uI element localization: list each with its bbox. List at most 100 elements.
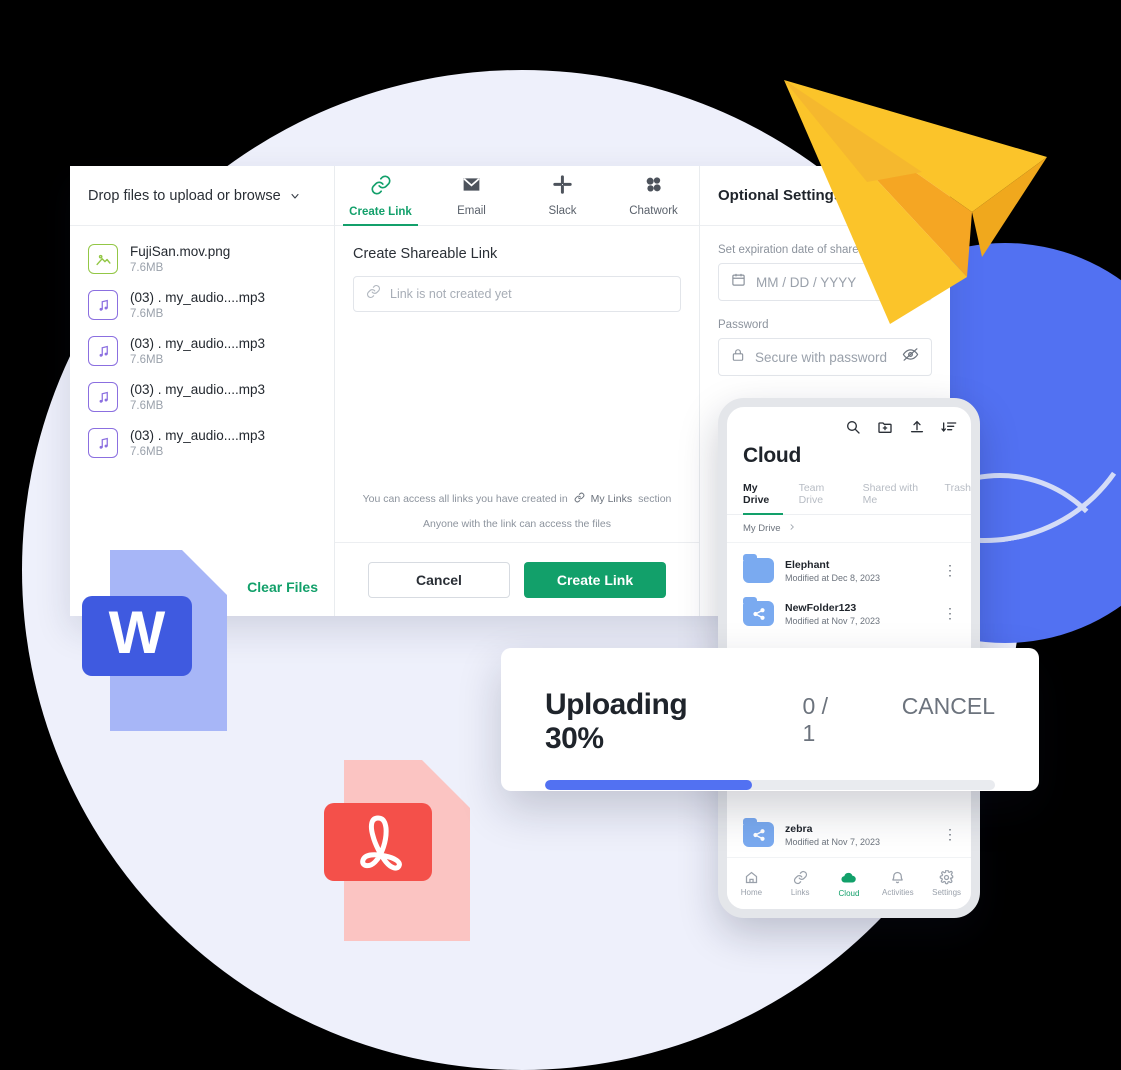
note-prefix: You can access all links you have create… xyxy=(362,493,568,505)
folder-name: Elephant xyxy=(785,558,830,571)
nav-label: Activities xyxy=(882,888,914,897)
chevron-down-icon xyxy=(289,190,301,202)
link-placeholder: Link is not created yet xyxy=(390,287,512,301)
password-input[interactable]: Secure with password xyxy=(718,338,932,376)
file-name: FujiSan.mov.png xyxy=(130,244,231,259)
share-tabs: Create Link Email Slack Chatwork xyxy=(335,166,699,226)
list-item[interactable]: (03) . my_audio....mp3 7.6MB xyxy=(70,374,334,420)
phone-tab-my-drive[interactable]: My Drive xyxy=(743,482,783,515)
create-link-button[interactable]: Create Link xyxy=(524,561,666,598)
list-item[interactable]: Elephant Modified at Dec 8, 2023 ⋮ xyxy=(727,549,971,592)
sort-icon[interactable] xyxy=(941,419,957,440)
folder-modified: Modified at Nov 7, 2023 xyxy=(785,615,881,626)
upload-icon[interactable] xyxy=(909,419,925,440)
breadcrumb: My Drive xyxy=(727,515,971,543)
nav-item-home[interactable]: Home xyxy=(727,858,776,909)
audio-file-icon xyxy=(88,382,118,412)
tab-create-link[interactable]: Create Link xyxy=(335,166,426,226)
tab-slack[interactable]: Slack xyxy=(517,166,608,225)
paper-plane-icon xyxy=(772,62,1057,327)
drop-files-label: Drop files to upload or browse xyxy=(88,187,281,204)
file-size: 7.6MB xyxy=(130,262,164,274)
file-name: (03) . my_audio....mp3 xyxy=(130,336,266,351)
tab-label: Chatwork xyxy=(629,205,678,217)
tab-label: Create Link xyxy=(349,205,412,218)
upload-count: 0 / 1 xyxy=(802,693,829,746)
kebab-menu-icon[interactable]: ⋮ xyxy=(943,606,957,620)
create-link-panel: Create Shareable Link Link is not create… xyxy=(335,226,699,492)
note-suffix: section xyxy=(638,493,672,505)
list-item[interactable]: NewFolder123 Modified at Nov 7, 2023 ⋮ xyxy=(727,592,971,635)
phone-toolbar xyxy=(727,407,971,442)
link-icon xyxy=(370,174,392,201)
breadcrumb-label[interactable]: My Drive xyxy=(743,523,780,534)
lock-icon xyxy=(731,348,745,367)
nav-item-settings[interactable]: Settings xyxy=(922,858,971,909)
progress-bar-fill xyxy=(545,780,752,790)
shared-folder-icon xyxy=(743,818,774,847)
nav-label: Home xyxy=(740,888,763,897)
calendar-icon xyxy=(731,272,746,292)
folder-modified: Modified at Dec 8, 2023 xyxy=(785,572,881,583)
audio-file-icon xyxy=(88,290,118,320)
nav-label: Links xyxy=(790,888,810,897)
phone-tab-trash[interactable]: Trash xyxy=(945,482,971,514)
word-document-icon: W xyxy=(80,548,250,733)
folder-name: NewFolder123 xyxy=(785,601,857,614)
envelope-icon xyxy=(461,174,482,200)
phone-page-title: Cloud xyxy=(743,444,801,467)
share-method-column: Create Link Email Slack Chatwork Create … xyxy=(335,166,700,616)
kebab-menu-icon[interactable]: ⋮ xyxy=(943,827,957,841)
file-size: 7.6MB xyxy=(130,446,164,458)
folder-name: zebra xyxy=(785,822,813,835)
file-size: 7.6MB xyxy=(130,354,164,366)
cancel-button[interactable]: Cancel xyxy=(368,561,510,598)
phone-bottom-nav: Home Links Cloud Activities Settings xyxy=(727,857,971,909)
link-icon xyxy=(574,492,585,506)
drop-files-header[interactable]: Drop files to upload or browse xyxy=(70,166,334,226)
list-item[interactable]: zebra Modified at Nov 7, 2023 ⋮ xyxy=(727,813,971,856)
list-item[interactable]: (03) . my_audio....mp3 7.6MB xyxy=(70,328,334,374)
audio-file-icon xyxy=(88,428,118,458)
phone-tab-team-drive[interactable]: Team Drive xyxy=(799,482,847,514)
uploaded-file-list: FujiSan.mov.png 7.6MB (03) . my_audio...… xyxy=(70,226,334,558)
tab-email[interactable]: Email xyxy=(426,166,517,225)
list-item[interactable]: FujiSan.mov.png 7.6MB xyxy=(70,236,334,282)
shareable-link-field[interactable]: Link is not created yet xyxy=(353,276,681,312)
tab-chatwork[interactable]: Chatwork xyxy=(608,166,699,225)
phone-tabs: My Drive Team Drive Shared with Me Trash xyxy=(727,468,971,515)
nav-item-links[interactable]: Links xyxy=(776,858,825,909)
nav-label: Settings xyxy=(932,888,962,897)
dialog-actions: Cancel Create Link xyxy=(335,542,699,616)
new-folder-icon[interactable] xyxy=(877,419,893,440)
file-size: 7.6MB xyxy=(130,400,164,412)
list-item[interactable]: (03) . my_audio....mp3 7.6MB xyxy=(70,420,334,466)
file-name: (03) . my_audio....mp3 xyxy=(130,428,266,443)
helper-notes: You can access all links you have create… xyxy=(335,492,699,542)
list-item[interactable]: (03) . my_audio....mp3 7.6MB xyxy=(70,282,334,328)
kebab-menu-icon[interactable]: ⋮ xyxy=(943,563,957,577)
slack-icon xyxy=(552,174,573,200)
nav-item-cloud[interactable]: Cloud xyxy=(825,858,874,909)
audio-file-icon xyxy=(88,336,118,366)
phone-tab-shared-with-me[interactable]: Shared with Me xyxy=(863,482,929,514)
search-icon[interactable] xyxy=(845,419,861,440)
upload-progress-card: Uploading 30% 0 / 1 CANCEL xyxy=(501,648,1039,791)
word-letter: W xyxy=(109,599,166,666)
access-note: Anyone with the link can access the file… xyxy=(423,518,611,530)
nav-label: Cloud xyxy=(838,889,860,898)
link-icon xyxy=(366,284,381,304)
clear-files-button[interactable]: Clear Files xyxy=(247,579,318,595)
upload-cancel-button[interactable]: CANCEL xyxy=(902,693,995,720)
nav-item-activities[interactable]: Activities xyxy=(873,858,922,909)
file-name: (03) . my_audio....mp3 xyxy=(130,382,266,397)
file-size: 7.6MB xyxy=(130,308,164,320)
chevron-right-icon xyxy=(788,523,796,534)
tab-label: Email xyxy=(457,205,486,217)
chatwork-icon xyxy=(643,174,664,200)
eye-off-icon[interactable] xyxy=(902,346,919,368)
folder-icon xyxy=(743,554,774,583)
upload-status-title: Uploading 30% xyxy=(545,688,688,755)
file-name: (03) . my_audio....mp3 xyxy=(130,290,266,305)
my-links-link[interactable]: My Links xyxy=(591,493,632,505)
